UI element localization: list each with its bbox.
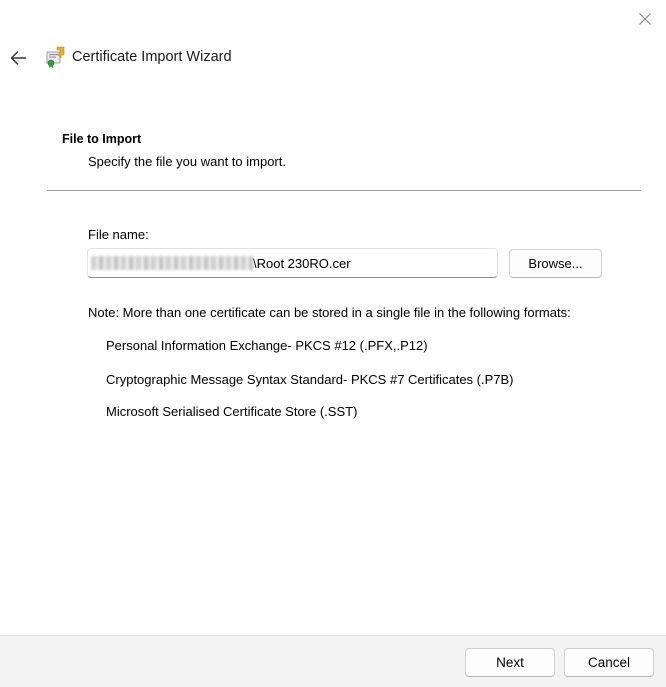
file-name-label: File name: [88, 227, 149, 242]
certificate-import-wizard-window: Certificate Import Wizard File to Import… [0, 0, 666, 687]
redacted-path [91, 256, 253, 270]
file-name-input[interactable]: \Root 230RO.cer [87, 248, 498, 278]
wizard-title: Certificate Import Wizard [72, 49, 232, 65]
next-button[interactable]: Next [465, 648, 555, 677]
back-button[interactable] [4, 44, 32, 72]
certificate-icon [46, 46, 65, 68]
section-subtitle: Specify the file you want to import. [88, 154, 286, 169]
cancel-button[interactable]: Cancel [564, 648, 654, 677]
format-item-pfx: Personal Information Exchange- PKCS #12 … [106, 338, 428, 353]
browse-button[interactable]: Browse... [509, 249, 602, 278]
close-icon [639, 13, 651, 25]
note-text: Note: More than one certificate can be s… [88, 305, 571, 320]
section-title: File to Import [62, 132, 142, 146]
back-arrow-icon [10, 51, 27, 65]
file-name-value: \Root 230RO.cer [253, 255, 351, 271]
close-button[interactable] [630, 4, 660, 34]
header-divider [47, 190, 641, 191]
format-item-p7b: Cryptographic Message Syntax Standard- P… [106, 372, 514, 387]
format-item-sst: Microsoft Serialised Certificate Store (… [106, 404, 358, 419]
footer-bar: Next Cancel [0, 635, 666, 687]
